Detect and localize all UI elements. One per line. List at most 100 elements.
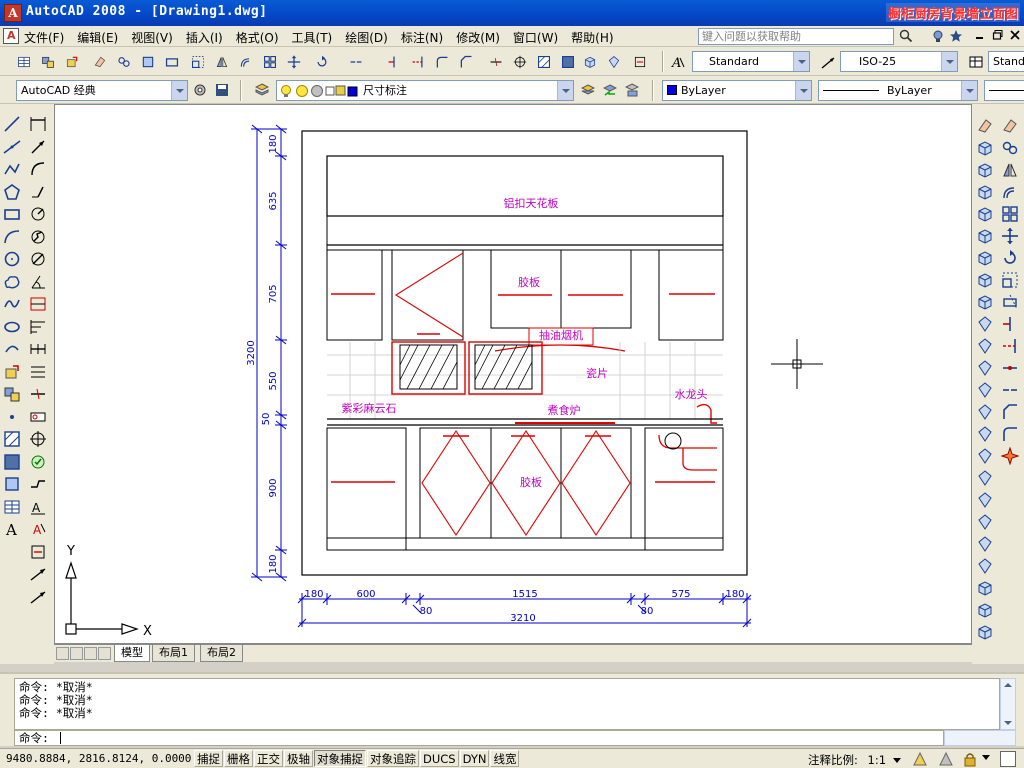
layer-select[interactable]: 尺寸标注 xyxy=(276,80,574,101)
chamfer-tool-icon[interactable] xyxy=(456,52,475,71)
gem-icon[interactable] xyxy=(975,468,995,488)
tab-prev-button[interactable] xyxy=(70,647,83,660)
cube-icon[interactable] xyxy=(975,622,995,642)
mirror-icon[interactable] xyxy=(1000,160,1020,180)
cloud-icon[interactable] xyxy=(2,272,22,292)
document-icon[interactable] xyxy=(3,28,19,44)
status-menu-arrow-icon[interactable] xyxy=(982,755,990,760)
move-tool-icon[interactable] xyxy=(284,52,303,71)
cube-icon[interactable] xyxy=(975,160,995,180)
table-style-icon[interactable] xyxy=(966,52,985,71)
layer-manager-icon[interactable] xyxy=(252,80,271,99)
gem-icon[interactable] xyxy=(975,490,995,510)
annotation-visibility-icon[interactable] xyxy=(912,751,928,767)
chevron-down-icon[interactable] xyxy=(171,81,187,100)
restore-doc-button[interactable] xyxy=(990,29,1006,44)
mirror-tool-icon[interactable] xyxy=(212,52,231,71)
move-icon[interactable] xyxy=(1000,226,1020,246)
array-icon[interactable] xyxy=(1000,204,1020,224)
status-toggle[interactable]: 对象捕捉 xyxy=(314,750,366,767)
kitchen-elevation-drawing[interactable]: 铝扣天花板 胶板 抽油烟机 瓷片 水龙头 紫彩麻云石 煮食炉 胶板 180 63… xyxy=(55,105,972,644)
block-tool-icon[interactable] xyxy=(38,52,57,71)
minimize-doc-button[interactable] xyxy=(972,29,988,44)
copy-icon[interactable] xyxy=(1000,138,1020,158)
menu-item[interactable]: 标注(N) xyxy=(401,29,443,46)
tab-next-button[interactable] xyxy=(84,647,97,660)
point-icon[interactable] xyxy=(2,407,22,427)
qdim-icon[interactable] xyxy=(28,294,48,314)
text-style-select[interactable]: Standard xyxy=(692,51,810,72)
trim-icon[interactable] xyxy=(1000,314,1020,334)
menu-item[interactable]: 绘图(D) xyxy=(345,29,388,46)
dimstyle-icon[interactable] xyxy=(28,587,48,607)
offset-tool-icon[interactable] xyxy=(236,52,255,71)
menu-item[interactable]: 编辑(E) xyxy=(77,29,118,46)
layer-states-icon[interactable] xyxy=(622,80,641,99)
tol-icon[interactable] xyxy=(28,407,48,427)
break-icon[interactable] xyxy=(28,384,48,404)
cube-icon[interactable] xyxy=(975,248,995,268)
cube-tool-icon[interactable] xyxy=(580,52,599,71)
chevron-down-icon[interactable] xyxy=(793,52,809,71)
region-tool-icon[interactable] xyxy=(138,52,157,71)
chevron-down-icon[interactable] xyxy=(941,52,957,71)
gem-icon[interactable] xyxy=(975,402,995,422)
cube-icon[interactable] xyxy=(975,270,995,290)
status-toggle[interactable]: 正交 xyxy=(254,750,283,767)
menu-item[interactable]: 视图(V) xyxy=(131,29,173,46)
line-icon[interactable] xyxy=(2,114,22,134)
scale-icon[interactable] xyxy=(1000,270,1020,290)
explode-icon[interactable] xyxy=(1000,446,1020,466)
status-toggle[interactable]: 对象追踪 xyxy=(367,750,419,767)
rotate-tool-icon[interactable] xyxy=(312,52,331,71)
cube-icon[interactable] xyxy=(975,292,995,312)
lineweight-select[interactable] xyxy=(984,80,1024,101)
workspace-select[interactable]: AutoCAD 经典 xyxy=(16,80,188,101)
table-style-select[interactable]: Standard xyxy=(988,51,1024,72)
stretch-icon[interactable] xyxy=(1000,292,1020,312)
close-doc-button[interactable] xyxy=(1007,29,1023,44)
status-toggle[interactable]: 捕捉 xyxy=(194,750,223,767)
favorites-star-icon[interactable] xyxy=(948,29,964,44)
gem-icon[interactable] xyxy=(975,534,995,554)
status-toggle[interactable]: 栅格 xyxy=(224,750,253,767)
circle-icon[interactable] xyxy=(2,249,22,269)
extend-icon[interactable] xyxy=(1000,336,1020,356)
command-hscrollbar[interactable] xyxy=(944,730,1016,746)
make-current-layer-icon[interactable] xyxy=(578,80,597,99)
communication-center-icon[interactable] xyxy=(930,29,946,44)
menu-item[interactable]: 格式(O) xyxy=(236,29,279,46)
extend-tool-icon[interactable] xyxy=(408,52,427,71)
dimupd-icon[interactable] xyxy=(28,542,48,562)
help-search-icon[interactable] xyxy=(898,29,914,44)
dimdia-icon[interactable] xyxy=(28,249,48,269)
chamfer-icon[interactable] xyxy=(1000,402,1020,422)
gem-icon[interactable] xyxy=(975,556,995,576)
rotate-icon[interactable] xyxy=(1000,248,1020,268)
menu-item[interactable]: 窗口(W) xyxy=(513,29,558,46)
dimedit-icon[interactable]: A xyxy=(28,497,48,517)
cube-icon[interactable] xyxy=(975,226,995,246)
clean-screen-icon[interactable] xyxy=(1000,751,1016,767)
linetype-select[interactable]: ByLayer xyxy=(818,80,978,101)
cube-icon[interactable] xyxy=(975,182,995,202)
rect-tool-icon[interactable] xyxy=(162,52,181,71)
chevron-down-icon[interactable] xyxy=(961,81,977,100)
join-icon[interactable] xyxy=(1000,380,1020,400)
dimjog-icon[interactable] xyxy=(28,227,48,247)
dimali-icon[interactable] xyxy=(28,137,48,157)
gem-icon[interactable] xyxy=(975,380,995,400)
array-tool-icon[interactable] xyxy=(260,52,279,71)
arc-icon[interactable] xyxy=(2,227,22,247)
dimtedit-icon[interactable]: A xyxy=(28,519,48,539)
cube-icon[interactable] xyxy=(975,578,995,598)
erase-tool-icon[interactable] xyxy=(90,52,109,71)
chevron-down-icon[interactable] xyxy=(795,81,811,100)
gem-icon[interactable] xyxy=(975,358,995,378)
earc-icon[interactable] xyxy=(2,339,22,359)
menu-item[interactable]: 修改(M) xyxy=(456,29,500,46)
status-toggle[interactable]: DUCS xyxy=(420,750,459,767)
text-style-icon[interactable]: A xyxy=(668,52,687,71)
dimord-icon[interactable] xyxy=(28,182,48,202)
color-select[interactable]: ByLayer xyxy=(662,80,812,101)
